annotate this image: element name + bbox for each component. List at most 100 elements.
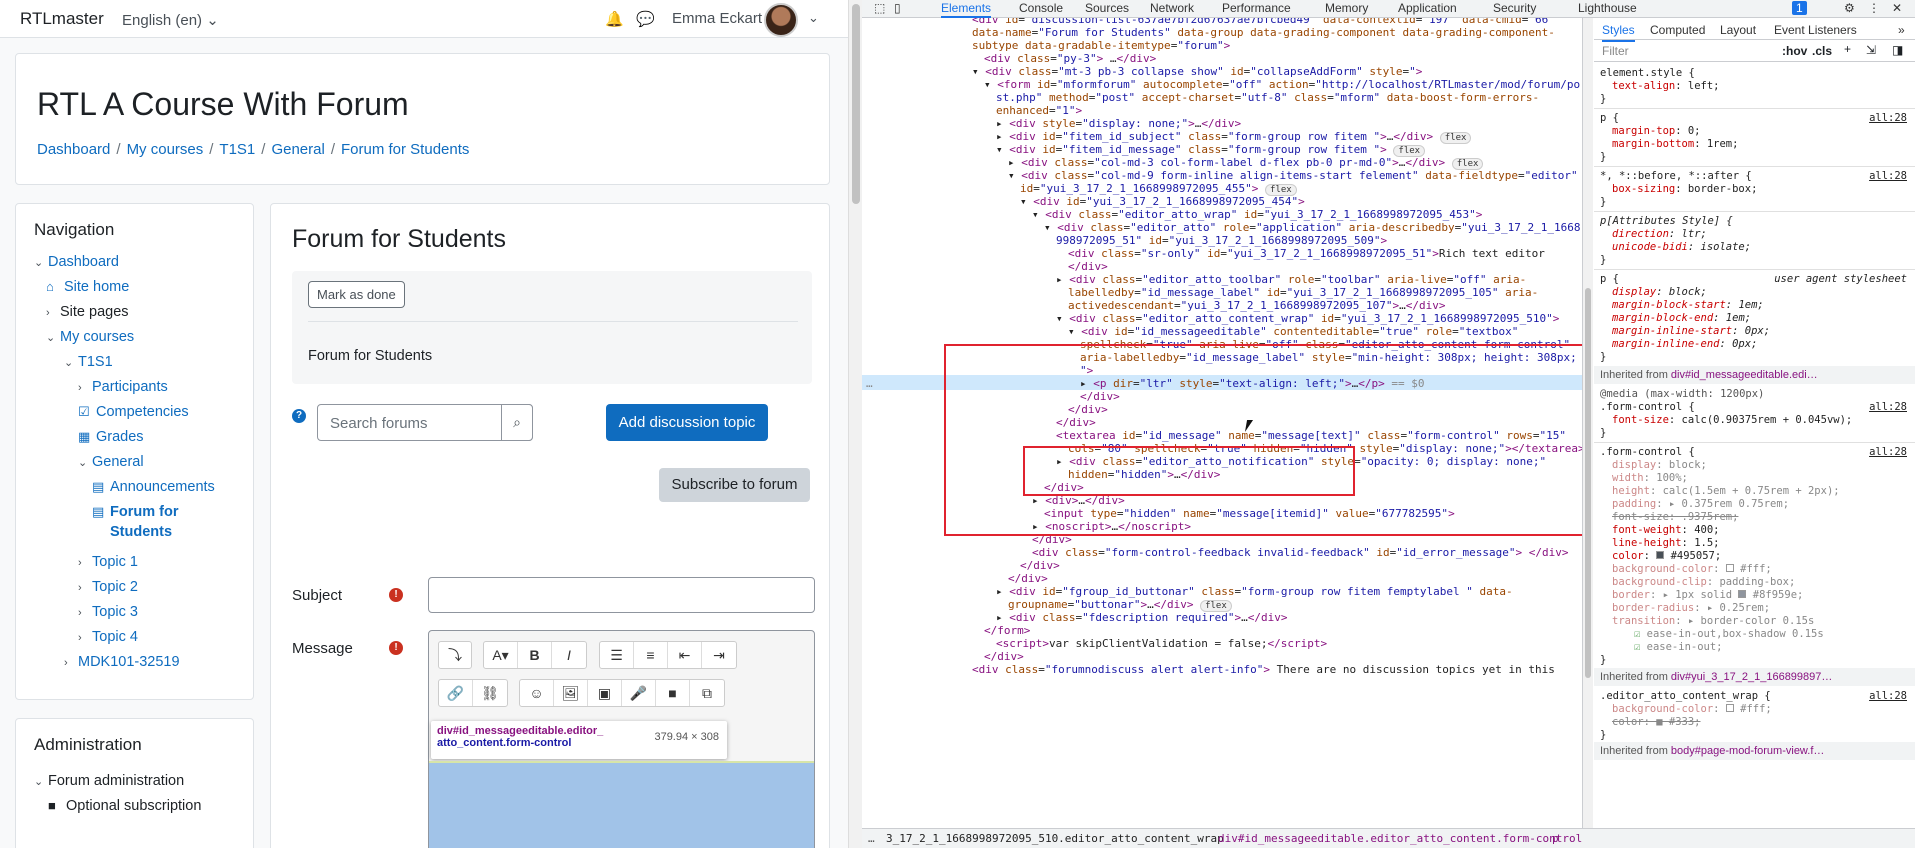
gear-icon[interactable]: ⚙ [1844, 1, 1855, 15]
tab-security[interactable]: Security [1493, 1, 1536, 15]
red-annotation-box [944, 344, 1582, 536]
nav-topic-1[interactable]: › Topic 1 [78, 554, 138, 570]
crumb-my-courses[interactable]: My courses [127, 141, 204, 158]
search-icon[interactable]: ⌕ [501, 404, 533, 441]
more-icon[interactable]: ⋮ [1868, 1, 1880, 15]
page-scrollbar[interactable] [848, 0, 862, 848]
device-icon[interactable]: ▯ [894, 1, 901, 15]
nav-mdk101[interactable]: › MDK101-32519 [64, 654, 180, 670]
close-icon[interactable]: ✕ [1892, 1, 1902, 15]
nav-topic-3[interactable]: › Topic 3 [78, 604, 138, 620]
tab-lighthouse[interactable]: Lighthouse [1578, 1, 1637, 15]
tab-event-listeners[interactable]: Event Listeners [1774, 23, 1857, 37]
nav-grades[interactable]: ▦ Grades [78, 429, 144, 445]
site-brand[interactable]: RTLmaster [20, 9, 104, 29]
tab-performance[interactable]: Performance [1222, 1, 1291, 15]
nav-topic-2[interactable]: › Topic 2 [78, 579, 138, 595]
crumb-content-wrap[interactable]: 3_17_2_1_1668998972095_510.editor_atto_c… [886, 829, 1224, 849]
add-discussion-button[interactable]: Add discussion topic [606, 404, 768, 441]
required-icon: ! [389, 588, 403, 602]
hov-toggle[interactable]: :hov [1782, 44, 1807, 58]
nav-participants[interactable]: › Participants [78, 379, 168, 395]
avatar[interactable] [764, 3, 798, 37]
styles-pane: Styles Computed Layout Event Listeners »… [1594, 18, 1915, 828]
bullet-list-icon: ☰ [600, 642, 634, 668]
toolbar-group-list[interactable]: ☰ ≡ ⇤ ⇥ [599, 641, 737, 669]
plus-icon[interactable]: + [1844, 42, 1851, 56]
forum-administration[interactable]: ⌄ Forum administration [34, 773, 184, 789]
inspect-icon[interactable]: ⬚ [874, 1, 885, 15]
media-icon: ▣ [588, 680, 622, 706]
tab-elements[interactable]: Elements [941, 1, 992, 18]
nav-forum-for-students[interactable]: ▤ Forum for [92, 504, 178, 520]
subject-input[interactable] [428, 577, 815, 613]
toolbar-group-style[interactable]: A▾ B I [483, 641, 587, 669]
nav-dashboard[interactable]: ⌄ Dashboard [34, 254, 119, 270]
tab-sources[interactable]: Sources [1085, 1, 1129, 15]
navigation-title: Navigation [34, 220, 115, 239]
tooltip-class: atto_content.form-control [437, 737, 572, 749]
indent-icon: ⇥ [713, 647, 725, 663]
nav-t1s1[interactable]: ⌄ T1S1 [64, 354, 113, 370]
message-editor[interactable]: ⤵ A▾ B I ☰ ≡ ⇤ ⇥ 🔗 ⛓ ☺ 🖼 ▣ 🎤 ■ ⧉ div#id_messageedit… [428, 630, 815, 848]
nav-topic-4[interactable]: › Topic 4 [78, 629, 138, 645]
checkbox-icon: ☑ [78, 404, 90, 419]
styles-tabbar: Styles Computed Layout Event Listeners » [1594, 18, 1915, 42]
crumb-messageeditable[interactable]: div#id_messageeditable.editor_atto_conte… [1218, 829, 1582, 849]
elements-tree[interactable]: <div id="discussion-list-637ae7bf2d67637… [862, 18, 1582, 828]
page-title: RTL A Course With Forum [37, 86, 409, 122]
nav-general[interactable]: ⌄ General [78, 454, 144, 470]
collapse-icon: ⤵ [448, 647, 462, 663]
optional-subscription[interactable]: ■ Optional subscription [48, 798, 201, 814]
help-icon[interactable]: ? [292, 409, 306, 423]
inspect-tooltip: div#id_messageeditable.editor_ atto_cont… [431, 721, 727, 759]
subject-label: Subject [292, 587, 343, 604]
language-menu[interactable]: English (en) ⌄ [122, 11, 219, 29]
search-forums[interactable]: Search forums ⌕ [317, 404, 533, 441]
home-icon: ⌂ [46, 279, 54, 294]
tab-memory[interactable]: Memory [1325, 1, 1368, 15]
nav-forum-for-students-line2[interactable]: Students [110, 524, 172, 540]
tab-application[interactable]: Application [1398, 1, 1457, 15]
crumb-forum[interactable]: Forum for Students [341, 141, 469, 158]
toolbar-group-media[interactable]: ☺ 🖼 ▣ 🎤 ■ ⧉ [519, 679, 725, 707]
tab-layout[interactable]: Layout [1720, 23, 1756, 37]
toolbar-group-collapse[interactable]: ⤵ [438, 641, 472, 669]
nav-competencies[interactable]: ☑ Competencies [78, 404, 189, 420]
tab-network[interactable]: Network [1150, 1, 1194, 15]
nav-announcements[interactable]: ▤ Announcements [92, 479, 215, 495]
manage-files-icon: ⧉ [702, 685, 712, 701]
issues-badge[interactable]: 1 [1792, 1, 1807, 15]
browser-viewport: RTLmaster English (en) ⌄ 🔔 💬 Emma Eckart… [0, 0, 848, 848]
font-style-icon: A▾ [484, 642, 518, 668]
filter-input[interactable]: Filter [1602, 44, 1629, 58]
message-icon[interactable]: 💬 [636, 11, 655, 28]
toggle-sidebar-icon[interactable]: ⇲ [1866, 43, 1876, 57]
crumb-p[interactable]: p [1552, 829, 1559, 849]
crumb-dashboard[interactable]: Dashboard [37, 141, 110, 158]
nav-site-home[interactable]: ⌂ Site home [46, 279, 129, 295]
subscribe-button[interactable]: Subscribe to forum [659, 468, 810, 502]
chevron-right-icon[interactable]: » [1898, 23, 1905, 37]
mark-as-done-button[interactable]: Mark as done [308, 281, 405, 308]
crumb-t1s1[interactable]: T1S1 [219, 141, 255, 158]
search-input[interactable]: Search forums [330, 415, 428, 432]
table-icon: ▦ [78, 429, 91, 444]
styles-filter[interactable]: Filter :hov .cls + ⇲ ◨ [1594, 40, 1915, 62]
nav-my-courses[interactable]: ⌄ My courses [46, 329, 134, 345]
tooltip-size: 379.94 × 308 [654, 731, 719, 743]
tab-console[interactable]: Console [1019, 1, 1063, 15]
image-icon: 🖼 [554, 680, 588, 706]
elements-scrollbar[interactable] [1583, 18, 1593, 828]
sidebar-icon[interactable]: ◨ [1892, 43, 1903, 57]
bell-icon[interactable]: 🔔 [605, 11, 624, 28]
unlink-icon: ⛓ [481, 685, 499, 701]
tab-computed[interactable]: Computed [1650, 23, 1705, 37]
crumb-general[interactable]: General [271, 141, 324, 158]
user-name[interactable]: Emma Eckart [672, 10, 762, 27]
cls-toggle[interactable]: .cls [1812, 44, 1832, 58]
forum-icon: ▤ [92, 479, 105, 494]
nav-site-pages[interactable]: › Site pages [46, 304, 129, 320]
chevron-down-icon[interactable]: ⌄ [808, 10, 819, 26]
toolbar-group-links[interactable]: 🔗 ⛓ [438, 679, 508, 707]
